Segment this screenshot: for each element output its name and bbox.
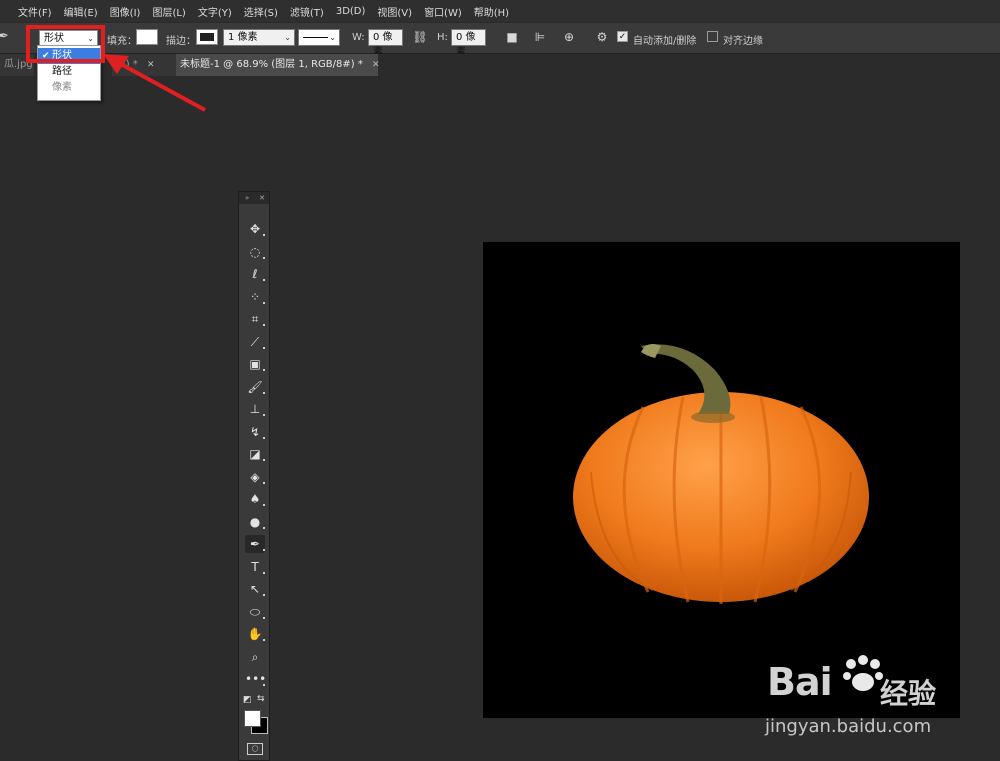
watermark-brand: Bai <box>767 660 833 704</box>
pen-icon[interactable]: ✒ <box>245 535 265 553</box>
width-label: W: <box>352 32 365 43</box>
swap-colors-icon[interactable]: ⇆ <box>257 694 265 704</box>
align-edges-checkbox[interactable] <box>707 31 718 42</box>
clone-stamp-icon[interactable]: ⊥ <box>245 400 265 418</box>
menu-type[interactable]: 文字(Y) <box>194 4 236 19</box>
chevron-down-icon: ⌄ <box>329 33 336 42</box>
pen-preset-icon[interactable]: ✒ <box>0 29 9 44</box>
move-icon[interactable]: ✥ <box>245 220 265 238</box>
paint-bucket-icon[interactable]: ◈ <box>245 468 265 486</box>
auto-add-delete-label: 自动添加/删除 <box>633 36 697 47</box>
path-arrangement-icon[interactable]: ⊕ <box>561 29 577 45</box>
chevron-down-icon: ⌄ <box>284 33 291 42</box>
fill-label: 填充： <box>107 36 137 47</box>
default-colors-icon[interactable]: ◩ <box>243 695 252 705</box>
type-icon[interactable]: T <box>245 558 265 576</box>
marquee-icon[interactable]: ◌ <box>245 243 265 261</box>
menu-help[interactable]: 帮助(H) <box>470 4 513 19</box>
hand-icon[interactable]: ✋ <box>245 625 265 643</box>
baidu-watermark: Bai 经验 jingyan.baidu.com <box>765 654 965 744</box>
dropdown-option-pixels: 像素 <box>38 80 100 96</box>
menu-window[interactable]: 窗口(W) <box>420 4 466 19</box>
brush-icon[interactable]: 🖌 <box>245 378 265 396</box>
foreground-color-swatch[interactable] <box>244 710 261 727</box>
fill-swatch[interactable] <box>136 29 158 45</box>
pumpkin-image <box>573 344 869 604</box>
history-brush-icon[interactable]: ↯ <box>245 423 265 441</box>
stroke-size-field[interactable]: 1 像素 ⌄ <box>223 29 295 46</box>
close-icon[interactable]: ✕ <box>372 60 380 70</box>
watermark-brand-cn: 经验 <box>880 677 937 710</box>
height-label: H: <box>437 32 448 43</box>
dodge-icon[interactable]: ● <box>245 513 265 531</box>
stroke-label: 描边： <box>166 36 196 47</box>
watermark-url: jingyan.baidu.com <box>765 716 932 737</box>
menu-layer[interactable]: 图层(L) <box>148 4 189 19</box>
quick-select-icon[interactable]: ⁘ <box>245 288 265 306</box>
eyedropper-icon[interactable]: ⟋ <box>245 333 265 351</box>
path-operations-icon[interactable]: ■ <box>504 29 520 45</box>
auto-add-delete-checkbox[interactable]: ✓ <box>617 31 628 42</box>
width-field[interactable]: 0 像素 <box>368 29 403 58</box>
stroke-size-value: 1 像素 <box>228 32 258 43</box>
blur-icon[interactable]: ♠ <box>245 490 265 508</box>
menu-edit[interactable]: 编辑(E) <box>60 4 102 19</box>
align-edges-label: 对齐边缘 <box>723 36 763 47</box>
gear-icon[interactable]: ⚙ <box>594 29 610 45</box>
menu-select[interactable]: 选择(S) <box>240 4 282 19</box>
quick-mask-icon[interactable]: ◯ <box>247 743 263 755</box>
menu-3d[interactable]: 3D(D) <box>332 6 370 17</box>
annotation-highlight-box <box>26 25 105 63</box>
collapse-icon[interactable]: » <box>245 194 249 202</box>
menu-image[interactable]: 图像(I) <box>106 4 145 19</box>
dropdown-option-path[interactable]: 路径 <box>38 64 100 80</box>
paw-logo-icon <box>843 655 883 691</box>
healing-brush-icon[interactable]: ▣ <box>245 355 265 373</box>
tools-panel-header[interactable]: » ✕ <box>239 192 269 204</box>
menu-bar: 文件(F) 编辑(E) 图像(I) 图层(L) 文字(Y) 选择(S) 滤镜(T… <box>0 0 1000 22</box>
lasso-icon[interactable]: ℓ <box>245 265 265 283</box>
tools-panel: » ✕ ✥ ◌ ℓ ⁘ ⌗ ⟋ ▣ 🖌 ⊥ ↯ ◪ ◈ ♠ ● ✒ T ↖ ⬭ … <box>238 191 270 761</box>
annotation-arrow <box>103 54 206 112</box>
option-label: 像素 <box>52 82 72 93</box>
close-icon[interactable]: ✕ <box>259 192 265 204</box>
link-icon[interactable]: ⛓ <box>412 29 428 45</box>
menu-filter[interactable]: 滤镜(T) <box>286 4 328 19</box>
option-label: 路径 <box>52 66 72 77</box>
path-alignment-icon[interactable]: ⊫ <box>532 29 548 45</box>
stroke-type-select[interactable]: ⌄ <box>298 29 340 46</box>
menu-file[interactable]: 文件(F) <box>14 4 56 19</box>
more-icon[interactable]: ••• <box>245 670 266 688</box>
crop-icon[interactable]: ⌗ <box>245 310 265 328</box>
document-canvas[interactable] <box>483 242 960 718</box>
height-field[interactable]: 0 像素 <box>451 29 486 58</box>
ellipse-icon[interactable]: ⬭ <box>245 603 265 621</box>
menu-view[interactable]: 视图(V) <box>373 4 416 19</box>
zoom-icon[interactable]: ⌕ <box>245 648 265 666</box>
path-select-icon[interactable]: ↖ <box>245 580 265 598</box>
stroke-swatch[interactable] <box>196 29 218 45</box>
eraser-icon[interactable]: ◪ <box>245 445 265 463</box>
